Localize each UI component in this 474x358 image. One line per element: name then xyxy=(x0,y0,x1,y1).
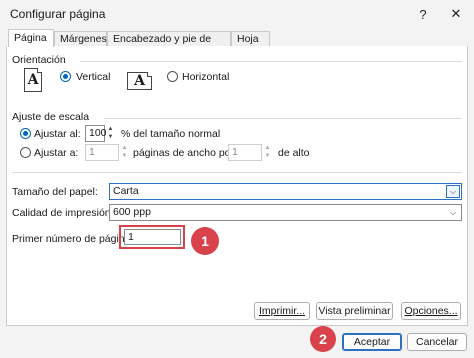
vertical-label[interactable]: Vertical xyxy=(76,71,110,83)
orientation-heading: Orientación xyxy=(12,54,66,66)
fit-wide-input[interactable]: 1 xyxy=(85,144,119,161)
tab-pagina[interactable]: Página xyxy=(8,29,54,47)
tab-encabezado-pie[interactable]: Encabezado y pie de página xyxy=(107,31,231,59)
ok-button[interactable]: Aceptar xyxy=(342,333,402,351)
paper-size-label: Tamaño del papel: xyxy=(12,186,98,198)
print-quality-select[interactable]: 600 ppp ⌵ xyxy=(109,204,462,221)
options-button[interactable]: Opciones... xyxy=(401,302,461,320)
adjust-to-label[interactable]: Ajustar al: xyxy=(34,128,81,140)
portrait-page-icon: A xyxy=(24,68,42,92)
print-quality-label: Calidad de impresión: xyxy=(12,207,114,219)
print-quality-value: 600 ppp xyxy=(113,206,151,218)
window-title: Configurar página xyxy=(10,7,106,21)
tab-margenes[interactable]: Márgenes xyxy=(54,31,107,47)
fit-to-radio[interactable] xyxy=(20,147,31,158)
chevron-down-icon[interactable]: ⌵ xyxy=(446,206,460,219)
vertical-radio[interactable] xyxy=(60,71,71,82)
orientation-separator xyxy=(80,61,462,62)
paper-size-select[interactable]: Carta ⌵ xyxy=(109,183,462,200)
tab-hoja[interactable]: Hoja xyxy=(231,31,270,47)
scaling-heading: Ajuste de escala xyxy=(12,111,90,123)
annotation-badge-1: 1 xyxy=(191,227,219,255)
print-preview-button[interactable]: Vista preliminar xyxy=(316,302,393,320)
landscape-page-icon: A xyxy=(127,72,152,90)
adjust-to-suffix: % del tamaño normal xyxy=(121,128,221,140)
help-icon[interactable]: ? xyxy=(412,3,434,25)
horizontal-radio[interactable] xyxy=(167,71,178,82)
paper-separator xyxy=(12,172,462,173)
adjust-to-input[interactable]: 100 xyxy=(85,125,107,142)
fit-to-label[interactable]: Ajustar a: xyxy=(34,147,78,159)
paper-size-value: Carta xyxy=(113,185,139,197)
cancel-button[interactable]: Cancelar xyxy=(407,333,467,351)
first-page-label: Primer número de página: xyxy=(12,233,134,245)
print-button[interactable]: Imprimir... xyxy=(254,302,310,320)
horizontal-label[interactable]: Horizontal xyxy=(182,71,229,83)
annotation-badge-2: 2 xyxy=(310,326,336,352)
chevron-down-icon[interactable]: ⌵ xyxy=(446,185,460,198)
fit-wide-suffix: páginas de ancho por xyxy=(133,147,234,159)
adjust-to-spinner[interactable]: ▲ ▼ xyxy=(106,125,115,142)
first-page-input[interactable]: 1 xyxy=(124,229,181,245)
fit-wide-spinner[interactable]: ▲ ▼ xyxy=(120,144,129,161)
fit-tall-input[interactable]: 1 xyxy=(228,144,262,161)
fit-tall-suffix: de alto xyxy=(278,147,310,159)
adjust-to-radio[interactable] xyxy=(20,128,31,139)
close-icon[interactable]: ✕ xyxy=(445,3,467,25)
fit-tall-spinner[interactable]: ▲ ▼ xyxy=(263,144,272,161)
scaling-separator xyxy=(104,118,462,119)
